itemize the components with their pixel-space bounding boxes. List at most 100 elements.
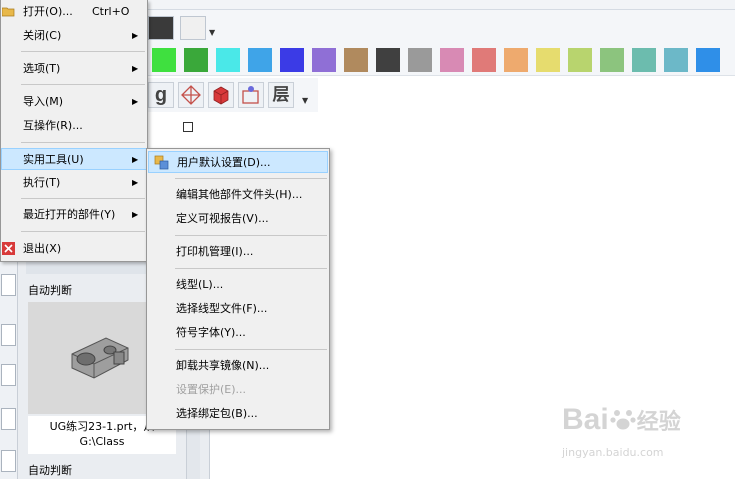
history-icon[interactable] [1,274,16,296]
color-swatch[interactable] [632,48,656,72]
submenu-item-select-binding-package[interactable]: 选择绑定包(B)... [148,403,328,425]
menu-item-label: 退出(X) [23,242,62,255]
view-box-icon [242,86,259,104]
panel-tab-icon[interactable] [1,450,16,472]
menu-item-label: 符号字体(Y)... [176,326,246,339]
color-swatch[interactable] [440,48,464,72]
color-swatch[interactable] [472,48,496,72]
submenu-item-define-visual-report[interactable]: 定义可视报告(V)... [148,208,328,230]
menu-item-exit[interactable]: 退出(X) [1,238,147,260]
menu-item-label: 打印机管理(I)... [176,245,254,258]
file-menu: 打开(O)... Ctrl+O 关闭(C) ▶ 选项(T) ▶ 导入(M) ▶ … [0,0,148,262]
menu-separator [21,51,145,52]
menu-item-label: 选择绑定包(B)... [176,407,258,420]
menu-item-label: 互操作(R)... [23,119,83,132]
foreground-color-swatch[interactable] [148,16,174,40]
text-tool-button[interactable]: g [148,82,174,108]
color-swatch[interactable] [696,48,720,72]
menu-separator [175,178,327,179]
utilities-submenu: 用户默认设置(D)... 编辑其他部件文件头(H)... 定义可视报告(V)..… [146,148,330,430]
watermark-logo: Bai 经验 [562,403,681,436]
menu-item-label: 选项(T) [23,62,61,75]
menu-separator [21,198,145,199]
paw-icon [610,410,636,430]
menu-item-utilities[interactable]: 实用工具(U) ▶ [1,148,147,170]
menu-separator [21,231,145,232]
layer-tool-button[interactable]: 层 [268,82,294,108]
color-swatch[interactable] [536,48,560,72]
folder-open-icon [2,7,15,17]
menu-item-close[interactable]: 关闭(C) ▶ [1,25,147,47]
submenu-item-printer-management[interactable]: 打印机管理(I)... [148,241,328,263]
menu-item-open[interactable]: 打开(O)... Ctrl+O [1,1,147,23]
panel-tab-icon[interactable] [1,408,16,430]
card-label: 自动判断 [28,464,72,477]
submenu-item-unload-shared-image[interactable]: 卸载共享镜像(N)... [148,355,328,377]
menu-item-label: 用户默认设置(D)... [177,156,271,169]
chevron-down-icon[interactable]: ▼ [302,96,308,105]
menu-item-label: 线型(L)... [176,278,224,291]
menu-item-recent-parts[interactable]: 最近打开的部件(Y) ▶ [1,204,147,226]
pattern-icon [181,85,201,105]
menu-separator [175,235,327,236]
chevron-right-icon: ▶ [132,31,139,40]
menu-item-label: 定义可视报告(V)... [176,212,269,225]
clock-icon[interactable] [1,324,16,346]
menu-item-label: 执行(T) [23,176,61,189]
menu-separator [175,349,327,350]
toolbar-row [148,10,735,44]
menu-item-interop[interactable]: 互操作(R)... [1,115,147,137]
color-swatch[interactable] [216,48,240,72]
color-swatch[interactable] [344,48,368,72]
menu-item-label: 卸载共享镜像(N)... [176,359,270,372]
card-label: 自动判断 [28,284,72,297]
exit-icon [2,242,15,255]
submenu-item-edit-part-header[interactable]: 编辑其他部件文件头(H)... [148,184,328,206]
cube-icon [213,86,229,105]
menu-item-import[interactable]: 导入(M) ▶ [1,91,147,113]
background-color-swatch[interactable] [180,16,206,40]
chevron-right-icon: ▶ [132,210,139,219]
menu-separator [21,84,145,85]
menu-item-label: 打开(O)... [23,5,73,18]
chevron-right-icon: ▶ [132,64,139,73]
color-swatch[interactable] [504,48,528,72]
color-swatch[interactable] [568,48,592,72]
submenu-item-select-line-font-file[interactable]: 选择线型文件(F)... [148,298,328,320]
pattern-tool-button[interactable] [178,82,204,108]
resource-bar [0,262,18,479]
tools-icon[interactable] [1,364,16,386]
menu-item-label: 导入(M) [23,95,64,108]
view-tool-button[interactable] [238,82,264,108]
color-swatch[interactable] [280,48,304,72]
menu-item-label: 关闭(C) [23,29,62,42]
submenu-item-user-defaults[interactable]: 用户默认设置(D)... [148,151,328,173]
watermark-url: jingyan.baidu.com [562,446,664,459]
color-swatch[interactable] [600,48,624,72]
color-swatch[interactable] [152,48,176,72]
maximize-icon[interactable] [183,122,193,132]
panel-header [26,262,146,274]
menu-item-label: 设置保护(E)... [176,383,247,396]
user-defaults-icon [154,155,169,170]
watermark: Bai 经验 jingyan.baidu.com [562,402,712,462]
solid-tool-button[interactable] [208,82,234,108]
chevron-down-icon[interactable]: ▼ [209,28,215,37]
color-swatch[interactable] [312,48,336,72]
menu-item-shortcut: Ctrl+O [92,5,130,18]
menu-separator [175,268,327,269]
submenu-item-line-font[interactable]: 线型(L)... [148,274,328,296]
menu-item-label: 实用工具(U) [23,153,84,166]
color-swatch[interactable] [408,48,432,72]
caption-line: G:\Class [79,435,125,448]
menu-separator [21,142,145,143]
color-swatch[interactable] [248,48,272,72]
menu-item-label: 编辑其他部件文件头(H)... [176,188,303,201]
menu-item-execute[interactable]: 执行(T) ▶ [1,172,147,194]
submenu-item-symbol-font[interactable]: 符号字体(Y)... [148,322,328,344]
menu-item-label: 最近打开的部件(Y) [23,208,116,221]
color-swatch[interactable] [664,48,688,72]
color-swatch[interactable] [184,48,208,72]
menu-item-options[interactable]: 选项(T) ▶ [1,58,147,80]
color-swatch[interactable] [376,48,400,72]
